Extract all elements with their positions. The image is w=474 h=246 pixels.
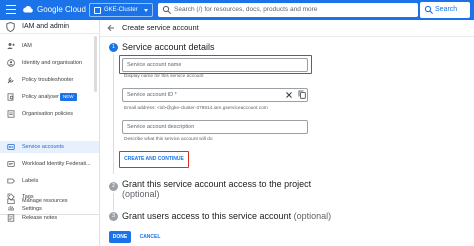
service-account-description-input[interactable]: Service account description xyxy=(122,120,308,134)
sidebar-item-workload-identity[interactable]: Workload Identity Federati... xyxy=(0,158,99,170)
sidebar-item-label: Identity and organisation xyxy=(22,60,82,66)
service-account-name-input[interactable]: Service account name xyxy=(122,58,308,72)
sidebar-item-label: Policy troubleshooter xyxy=(22,77,74,83)
description-helper-text: Describe what this service account will … xyxy=(124,137,213,142)
search-placeholder: Search (/) for resources, docs, products… xyxy=(174,6,318,13)
step-2-indicator: 2 xyxy=(109,182,118,191)
project-picker[interactable]: GKE-Cluster xyxy=(89,3,153,17)
sidebar-item-manage-resources[interactable]: Manage resources xyxy=(0,195,99,207)
person-add-icon xyxy=(7,43,15,49)
step-connector xyxy=(113,193,114,211)
step-3-indicator: 3 xyxy=(109,212,118,221)
shield-icon xyxy=(6,22,15,32)
brand-name: Google Cloud xyxy=(37,5,86,14)
sidebar-item-label: Labels xyxy=(22,178,39,184)
sidebar-item-release-notes[interactable]: Release notes xyxy=(0,212,99,224)
wrench-icon xyxy=(7,77,14,84)
copy-icon[interactable] xyxy=(298,90,306,99)
notes-icon xyxy=(7,214,15,222)
sidebar-item-label: Manage resources xyxy=(22,198,68,204)
sidebar-item-label: Organisation policies xyxy=(22,111,74,117)
id-card-icon xyxy=(7,161,15,167)
project-icon xyxy=(94,7,101,14)
name-helper-text: Display name for this service account xyxy=(124,74,204,79)
search-input[interactable]: Search (/) for resources, docs, products… xyxy=(158,3,418,17)
service-account-id-input[interactable]: Service account ID * xyxy=(122,88,308,102)
sidebar-item-identity[interactable]: Identity and organisation xyxy=(0,57,99,69)
step-3-title: Grant users access to this service accou… xyxy=(122,210,331,222)
search-icon xyxy=(424,5,433,14)
sidebar-item-policy-analyser[interactable]: Policy analyser NEW xyxy=(0,91,99,103)
person-circle-icon xyxy=(7,59,15,67)
new-badge: NEW xyxy=(60,93,77,101)
back-arrow-icon[interactable] xyxy=(107,24,115,32)
page-title: Create service account xyxy=(122,23,199,32)
folder-icon xyxy=(7,198,15,204)
description-placeholder: Service account description xyxy=(127,124,195,130)
cancel-button[interactable]: CANCEL xyxy=(136,231,164,243)
step-connector xyxy=(113,54,114,174)
sidebar-item-labels[interactable]: Labels xyxy=(0,175,99,187)
sidebar-title: IAM and admin xyxy=(22,23,70,30)
clear-icon[interactable] xyxy=(285,91,293,99)
service-account-icon xyxy=(7,144,15,150)
header-divider xyxy=(100,36,474,37)
sidebar-item-label: Release notes xyxy=(22,215,58,221)
sidebar-item-organisation-policies[interactable]: Organisation policies xyxy=(0,108,99,120)
sidebar: IAM and admin IAM Identity and organisat… xyxy=(0,20,100,246)
search-icon xyxy=(162,5,171,14)
step-2-title-text: Grant this service account access to the… xyxy=(122,179,312,189)
create-and-continue-button[interactable]: CREATE AND CONTINUE xyxy=(122,153,186,165)
step-2-title: Grant this service account access to the… xyxy=(122,179,332,199)
sidebar-item-label: Workload Identity Federati... xyxy=(22,161,91,167)
sidebar-header: IAM and admin xyxy=(0,20,100,34)
step-1-title: Service account details xyxy=(122,42,215,52)
sidebar-item-iam[interactable]: IAM xyxy=(0,40,99,52)
id-placeholder: Service account ID * xyxy=(127,92,177,98)
step-3-title-text: Grant users access to this service accou… xyxy=(122,211,292,221)
project-name: GKE-Cluster xyxy=(104,7,138,13)
menu-icon[interactable] xyxy=(6,5,16,14)
sidebar-item-service-accounts[interactable]: Service accounts xyxy=(0,141,99,153)
top-app-bar: Google Cloud GKE-Cluster Search (/) for … xyxy=(0,0,474,20)
label-icon xyxy=(7,178,15,184)
step-1-indicator: 1 xyxy=(109,43,118,52)
step-2-optional: (optional) xyxy=(122,189,160,199)
name-placeholder: Service account name xyxy=(127,62,182,68)
sidebar-item-policy-troubleshooter[interactable]: Policy troubleshooter xyxy=(0,74,99,86)
sidebar-item-label: Service accounts xyxy=(22,144,64,150)
sidebar-item-label: Policy analyser xyxy=(22,94,59,100)
search-button[interactable]: Search xyxy=(420,2,470,18)
done-button[interactable]: DONE xyxy=(109,231,131,243)
list-doc-icon xyxy=(7,110,15,118)
chevron-down-icon xyxy=(144,9,148,12)
google-cloud-logo-icon[interactable] xyxy=(22,4,34,16)
search-doc-icon xyxy=(7,93,14,101)
sidebar-item-label: IAM xyxy=(22,43,32,49)
step-3-optional: (optional) xyxy=(293,211,332,221)
email-address-text: Email address: <id>@gke-cluster-378814.i… xyxy=(124,106,268,111)
search-button-label: Search xyxy=(435,6,458,13)
